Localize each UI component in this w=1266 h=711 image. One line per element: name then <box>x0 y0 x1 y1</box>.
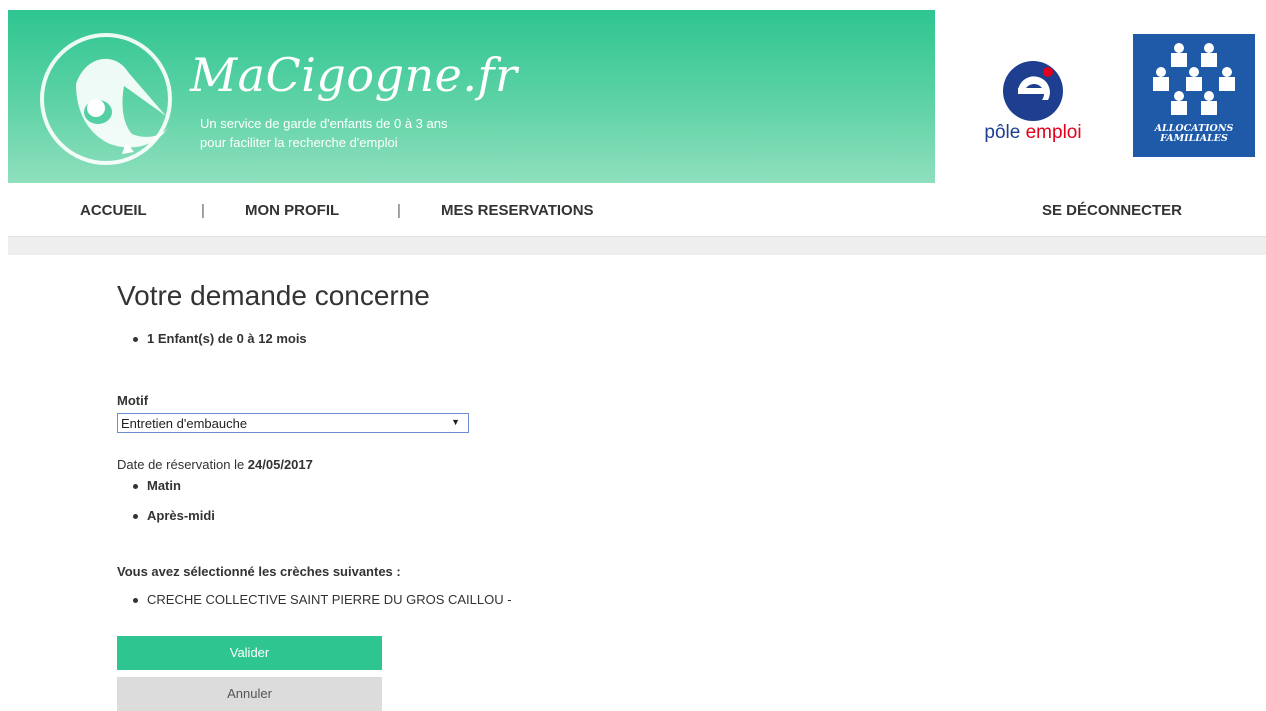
reservation-date-value: 24/05/2017 <box>247 457 313 472</box>
reservation-date-prefix: Date de réservation le <box>117 457 248 472</box>
caf-logo: ALLOCATIONS FAMILIALES <box>1133 34 1255 157</box>
nav-profile-link[interactable]: MON PROFIL <box>245 202 339 219</box>
creche-list: CRECHE COLLECTIVE SAINT PIERRE DU GROS C… <box>133 592 512 607</box>
motif-label: Motif <box>117 393 149 408</box>
list-item: CRECHE COLLECTIVE SAINT PIERRE DU GROS C… <box>133 592 512 607</box>
nav-separator: | <box>201 202 205 219</box>
tagline: Un service de garde d'enfants de 0 à 3 a… <box>200 114 447 152</box>
pole-emploi-text-b: emploi <box>1025 122 1082 143</box>
nav-divider-bar <box>8 236 1266 255</box>
brand-name: MaCigogne.fr <box>190 48 518 102</box>
pole-emploi-text: pôle emploi <box>968 122 1098 144</box>
list-item: Après-midi <box>133 508 215 523</box>
nav-home-link[interactable]: ACCUEIL <box>80 202 147 219</box>
motif-select-value: Entretien d'embauche <box>121 416 248 431</box>
motif-select[interactable]: Entretien d'embauche ▼ <box>117 413 469 433</box>
caf-text-line2: FAMILIALES <box>1160 133 1228 144</box>
selection-label: Vous avez sélectionné les crèches suivan… <box>117 564 401 579</box>
tagline-line1: Un service de garde d'enfants de 0 à 3 a… <box>200 116 448 131</box>
slot-list: Matin Après-midi <box>133 478 215 523</box>
stork-logo-icon <box>40 33 172 165</box>
nav-reservations-link[interactable]: MES RESERVATIONS <box>441 202 594 219</box>
tagline-line2: pour faciliter la recherche d'emploi <box>200 135 398 150</box>
reservation-date: Date de réservation le 24/05/2017 <box>117 457 313 472</box>
caf-people-icon <box>1153 43 1235 115</box>
pole-emploi-e-icon <box>1003 61 1063 121</box>
pole-emploi-text-a: pôle <box>984 122 1026 143</box>
list-item: Matin <box>133 478 215 508</box>
request-list: 1 Enfant(s) de 0 à 12 mois <box>133 331 307 346</box>
nav-logout-link[interactable]: SE DÉCONNECTER <box>1042 202 1182 219</box>
caf-text: ALLOCATIONS FAMILIALES <box>1133 124 1255 144</box>
header-banner: MaCigogne.fr Un service de garde d'enfan… <box>8 10 935 183</box>
page-title: Votre demande concerne <box>117 280 430 311</box>
validate-button[interactable]: Valider <box>117 636 382 670</box>
chevron-down-icon: ▼ <box>451 417 460 427</box>
list-item: 1 Enfant(s) de 0 à 12 mois <box>133 331 307 346</box>
cancel-button[interactable]: Annuler <box>117 677 382 711</box>
nav-separator: | <box>397 202 401 219</box>
pole-emploi-logo: pôle emploi <box>968 60 1098 152</box>
main-nav: ACCUEIL | MON PROFIL | MES RESERVATIONS … <box>0 184 1266 236</box>
